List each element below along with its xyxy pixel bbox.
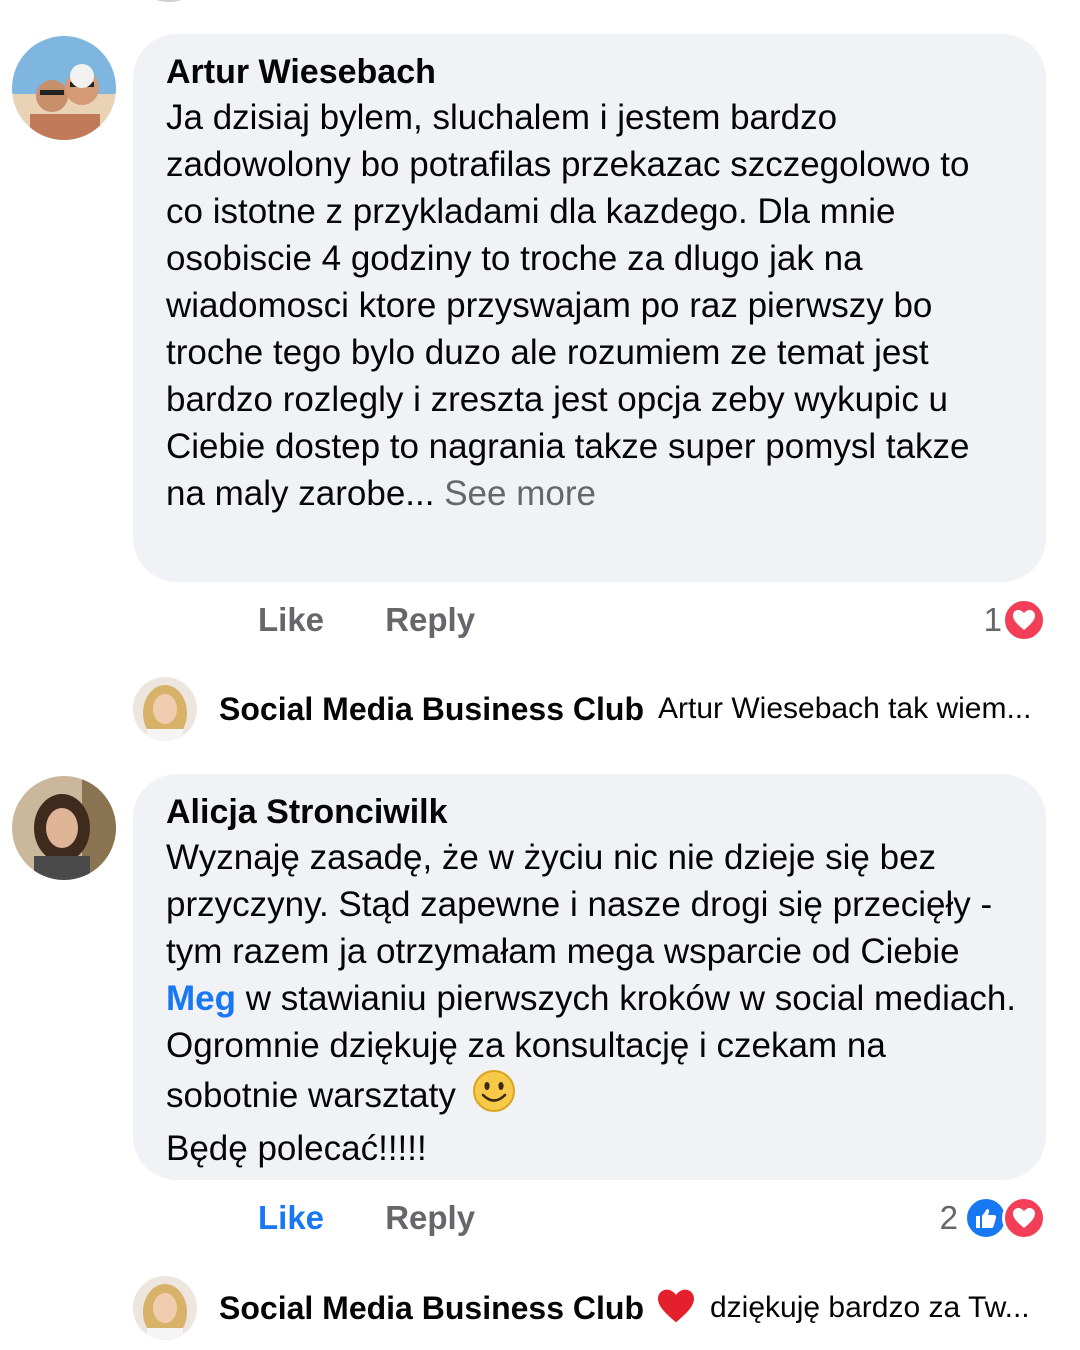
reply-preview[interactable]: Social Media Business Club dziękuję bard… <box>133 1275 1046 1341</box>
previous-avatar-fragment <box>150 0 188 2</box>
comment-body-part3: Będę polecać!!!!! <box>166 1129 427 1168</box>
avatar-alicja-stronciwilk[interactable] <box>12 776 116 880</box>
comment-bubble: Artur Wiesebach Ja dzisiaj bylem, slucha… <box>133 34 1046 582</box>
reaction-summary[interactable]: 1 <box>984 598 1046 642</box>
smile-emoji-icon <box>472 1069 516 1125</box>
reaction-count: 2 <box>939 1199 958 1236</box>
comment-body-part1: Wyznaję zasadę, że w życiu nic nie dziej… <box>166 838 993 971</box>
reply-preview[interactable]: Social Media Business Club Artur Wieseba… <box>133 676 1046 742</box>
reply-author[interactable]: Social Media Business Club <box>219 691 644 728</box>
comment-body-part2: w stawianiu pierwszych kroków w social m… <box>166 979 1017 1115</box>
reaction-summary[interactable]: 2 <box>940 1196 1046 1240</box>
see-more-link[interactable]: See more <box>444 474 596 513</box>
reply-button[interactable]: Reply <box>385 600 475 640</box>
avatar-social-media-business-club[interactable] <box>133 1276 197 1340</box>
reaction-count: 1 <box>983 601 1002 638</box>
comment-text: Ja dzisiaj bylem, sluchalem i jestem bar… <box>166 94 1016 517</box>
comment-text: Wyznaję zasadę, że w życiu nic nie dziej… <box>166 834 1016 1172</box>
reply-button[interactable]: Reply <box>385 1198 475 1238</box>
comment-actions: Like Reply <box>258 1198 475 1238</box>
reply-text: dziękuję bardzo za Tw... <box>710 1291 1030 1324</box>
avatar-artur-wiesebach[interactable] <box>12 36 116 140</box>
love-icon <box>1002 1196 1046 1240</box>
comment-bubble: Alicja Stronciwilk Wyznaję zasadę, że w … <box>133 774 1046 1180</box>
love-icon <box>1002 598 1046 642</box>
red-heart-emoji-icon <box>656 1288 696 1329</box>
comment-author[interactable]: Artur Wiesebach <box>166 50 1016 94</box>
comment-author[interactable]: Alicja Stronciwilk <box>166 790 1016 834</box>
like-button[interactable]: Like <box>258 1198 324 1238</box>
mention-link[interactable]: Meg <box>166 979 236 1018</box>
comment-body: Ja dzisiaj bylem, sluchalem i jestem bar… <box>166 98 970 513</box>
reply-author[interactable]: Social Media Business Club <box>219 1290 644 1327</box>
comment-actions: Like Reply <box>258 600 475 640</box>
like-button[interactable]: Like <box>258 600 324 640</box>
reply-text: Artur Wiesebach tak wiem... <box>658 692 1032 725</box>
avatar-social-media-business-club[interactable] <box>133 677 197 741</box>
